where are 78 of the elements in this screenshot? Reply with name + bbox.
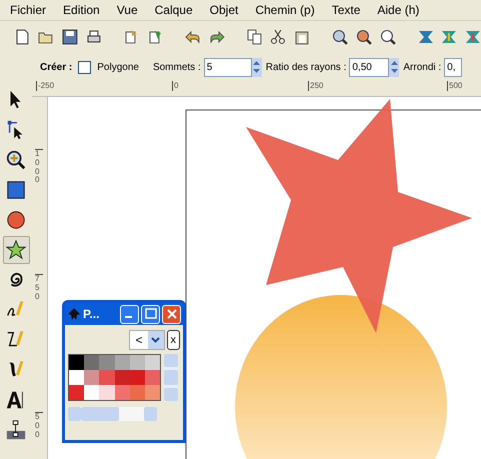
color-swatch[interactable] xyxy=(130,355,145,370)
color-swatch[interactable] xyxy=(99,355,114,370)
zoom-icon[interactable] xyxy=(332,28,348,44)
spin-button[interactable] xyxy=(252,58,262,76)
color-swatch[interactable] xyxy=(144,355,160,370)
create-label: Créer : xyxy=(40,60,72,74)
zoom-icon[interactable] xyxy=(356,28,372,44)
redo-icon[interactable] xyxy=(208,28,225,44)
menu-item[interactable]: Objet xyxy=(210,1,238,19)
color-swatch[interactable] xyxy=(114,355,130,370)
color-swatch[interactable] xyxy=(114,370,130,385)
menu-item[interactable]: Fichier xyxy=(10,1,46,19)
menu-item[interactable]: Texte xyxy=(332,1,360,19)
menu-item[interactable]: Aide (h) xyxy=(377,1,420,19)
scissors-icon[interactable] xyxy=(270,28,286,44)
menu-item[interactable]: Vue xyxy=(116,1,138,19)
color-swatch[interactable] xyxy=(69,370,84,385)
color-swatch[interactable] xyxy=(84,355,100,370)
checkbox-label: Polygone xyxy=(97,60,139,74)
minimize-icon xyxy=(124,316,132,318)
color-swatch[interactable] xyxy=(84,385,100,400)
star-icon xyxy=(5,239,27,261)
printer-icon[interactable] xyxy=(86,28,102,44)
input-field[interactable]: 0,50 xyxy=(349,58,390,76)
dialog-title: P... xyxy=(83,306,100,323)
maximize-button[interactable] xyxy=(141,304,160,324)
menu-item[interactable]: Calque xyxy=(154,1,193,19)
field-label: Arrondi : xyxy=(403,60,442,74)
color-swatch[interactable] xyxy=(69,385,84,400)
import-icon[interactable] xyxy=(123,28,140,44)
color-swatch[interactable] xyxy=(130,385,145,400)
menu-item[interactable]: Edition xyxy=(63,1,100,19)
color-swatch[interactable] xyxy=(130,370,145,385)
color-swatch[interactable] xyxy=(99,370,114,385)
clipboard-icon[interactable] xyxy=(294,28,310,44)
close-icon xyxy=(166,309,176,319)
ruler-label: 1000 xyxy=(35,149,43,186)
export-icon[interactable] xyxy=(147,28,163,44)
ruler-label: 250 xyxy=(308,81,324,91)
circle-icon xyxy=(5,209,27,231)
maximize-icon xyxy=(144,308,156,319)
input-field[interactable]: 5 xyxy=(204,58,252,76)
zoom-icon[interactable] xyxy=(380,28,396,44)
ruler-label: 750 xyxy=(35,274,43,302)
field-label: Sommets : xyxy=(152,60,201,74)
ruler-label: 500 xyxy=(35,412,43,440)
align-icon[interactable] xyxy=(441,28,458,44)
dropdown[interactable]: < xyxy=(129,330,164,350)
color-swatch[interactable] xyxy=(144,370,160,385)
ruler-label: -250 xyxy=(36,81,54,91)
ruler-label: 0 xyxy=(172,81,178,91)
color-swatch[interactable] xyxy=(99,385,114,400)
align-icon[interactable] xyxy=(465,28,481,44)
input-field[interactable]: 0, xyxy=(444,58,462,76)
rectangle-icon xyxy=(5,179,27,201)
color-swatch[interactable] xyxy=(84,370,100,385)
spin-button[interactable] xyxy=(389,58,400,76)
connector-icon xyxy=(5,419,27,441)
align-icon[interactable] xyxy=(418,28,434,44)
color-swatch[interactable] xyxy=(144,385,160,400)
close-palette-button[interactable]: x xyxy=(166,330,180,350)
vertical-scrollbar xyxy=(164,354,178,401)
tool-button[interactable] xyxy=(2,236,30,264)
field-label: Ratio des rayons : xyxy=(266,60,346,74)
close-button[interactable] xyxy=(162,304,181,324)
color-swatch[interactable] xyxy=(114,385,130,400)
checkbox[interactable] xyxy=(78,60,92,74)
menu-item[interactable]: Chemin (p) xyxy=(255,1,315,19)
color-swatch[interactable] xyxy=(69,355,84,370)
zoom-icon xyxy=(5,149,27,171)
app-icon xyxy=(67,307,81,321)
minimize-button[interactable] xyxy=(120,304,139,324)
save-icon[interactable] xyxy=(62,28,78,44)
chevron-down-icon xyxy=(151,337,160,343)
copy-icon[interactable] xyxy=(246,28,262,44)
new-document-icon[interactable] xyxy=(14,28,30,44)
ruler-label: 500 xyxy=(447,81,462,91)
undo-icon[interactable] xyxy=(184,28,201,44)
